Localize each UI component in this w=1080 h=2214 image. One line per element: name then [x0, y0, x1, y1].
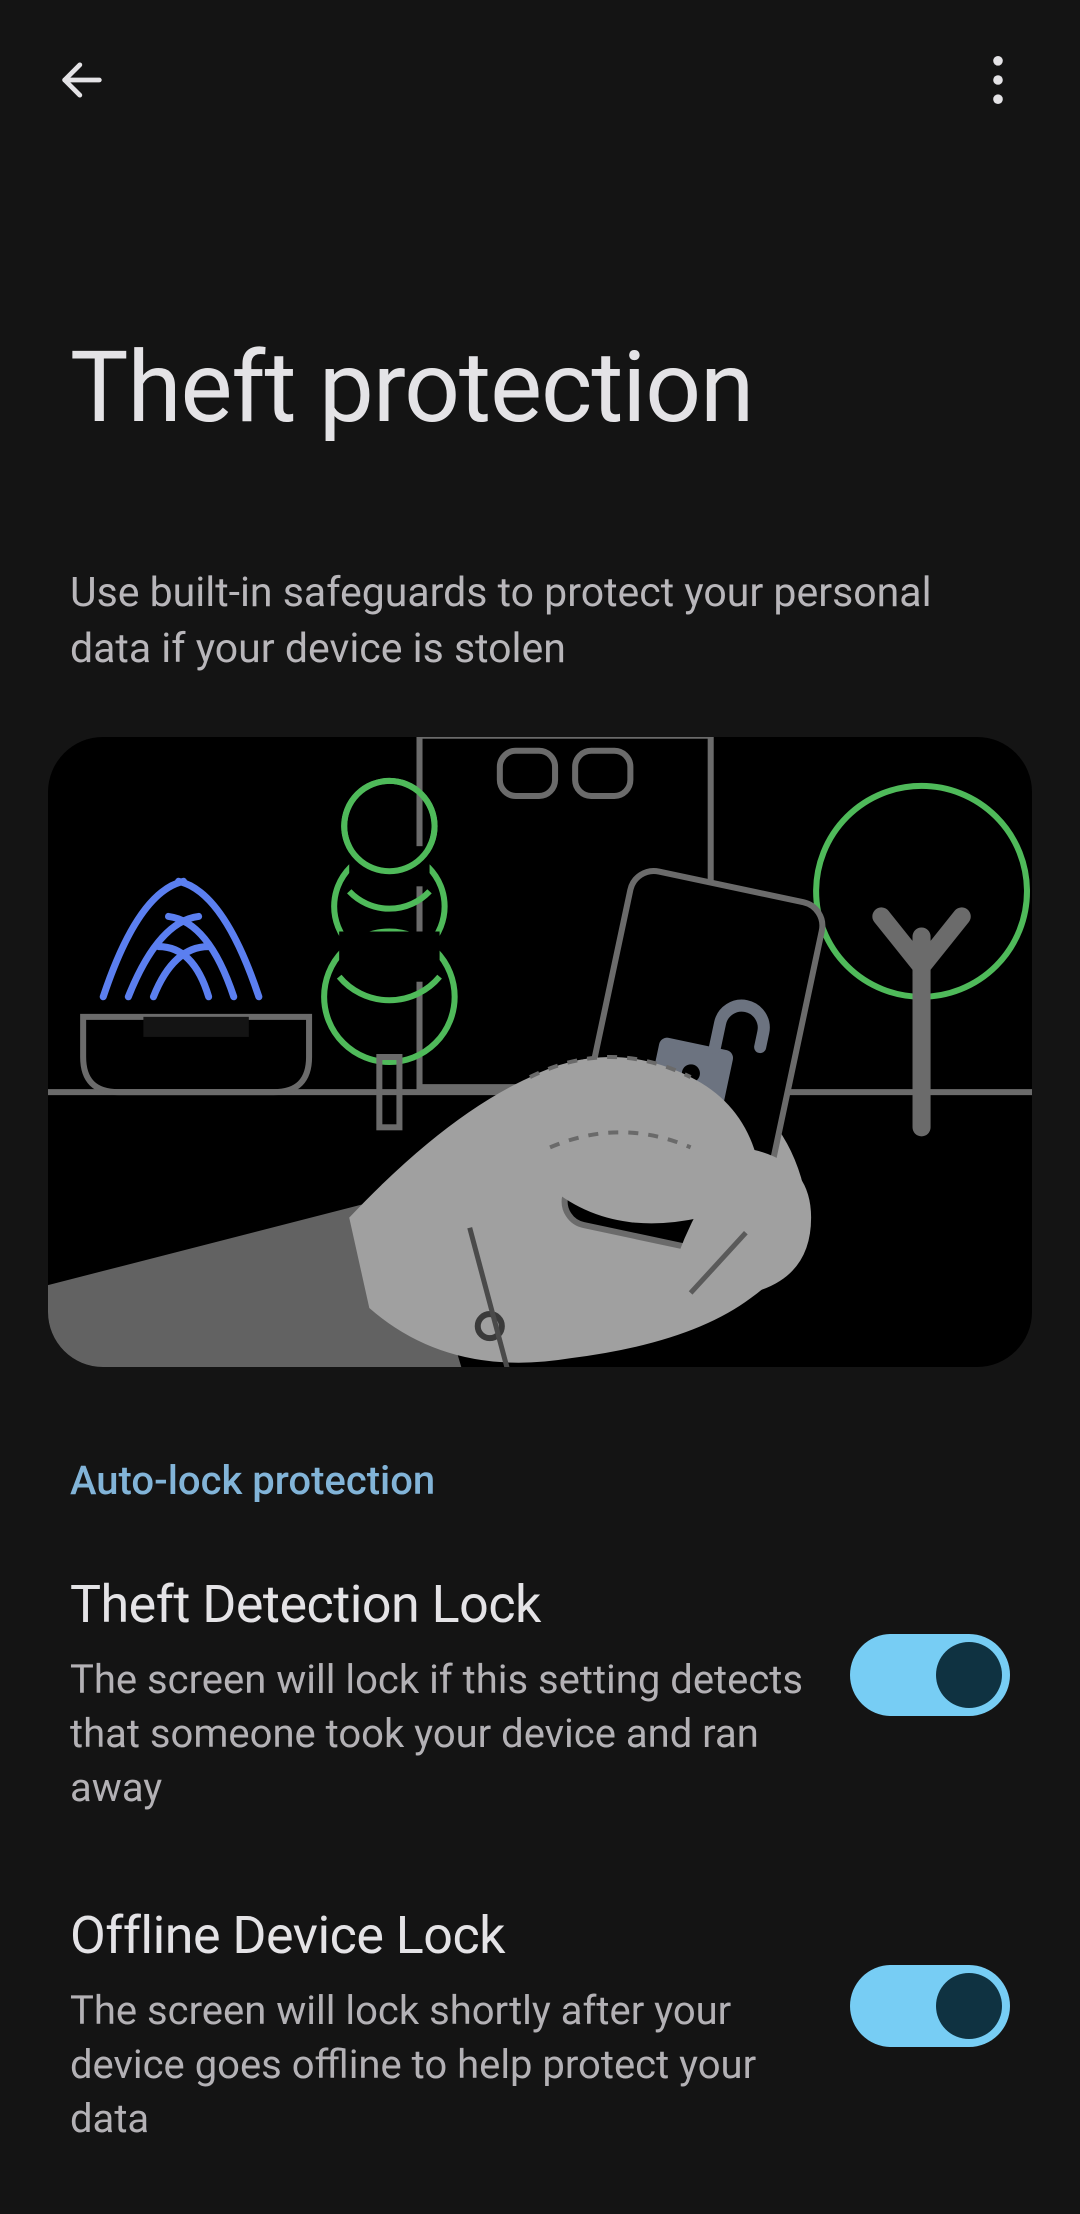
theft-illustration	[48, 737, 1032, 1367]
setting-text-block: Theft Detection Lock The screen will loc…	[70, 1574, 810, 1815]
arrow-back-icon	[56, 54, 108, 106]
setting-title: Offline Device Lock	[70, 1905, 810, 1966]
switch-container	[850, 1905, 1010, 2047]
app-bar	[0, 0, 1080, 120]
page-title: Theft protection	[0, 120, 1080, 445]
setting-title: Theft Detection Lock	[70, 1574, 810, 1635]
setting-text-block: Offline Device Lock The screen will lock…	[70, 1905, 810, 2146]
setting-offline-device-lock[interactable]: Offline Device Lock The screen will lock…	[0, 1815, 1080, 2146]
more-options-button[interactable]	[966, 48, 1030, 112]
illustration-container	[48, 737, 1032, 1367]
setting-theft-detection-lock[interactable]: Theft Detection Lock The screen will loc…	[0, 1504, 1080, 1815]
more-vert-icon	[992, 56, 1004, 104]
setting-description: The screen will lock if this setting det…	[70, 1653, 810, 1815]
back-button[interactable]	[50, 48, 114, 112]
section-header-auto-lock: Auto-lock protection	[0, 1367, 1080, 1504]
offline-device-toggle[interactable]	[850, 1965, 1010, 2047]
page-subtitle: Use built-in safeguards to protect your …	[0, 445, 1080, 677]
theft-detection-toggle[interactable]	[850, 1634, 1010, 1716]
toggle-thumb	[936, 1642, 1002, 1708]
setting-description: The screen will lock shortly after your …	[70, 1984, 810, 2146]
switch-container	[850, 1574, 1010, 1716]
toggle-thumb	[936, 1973, 1002, 2039]
